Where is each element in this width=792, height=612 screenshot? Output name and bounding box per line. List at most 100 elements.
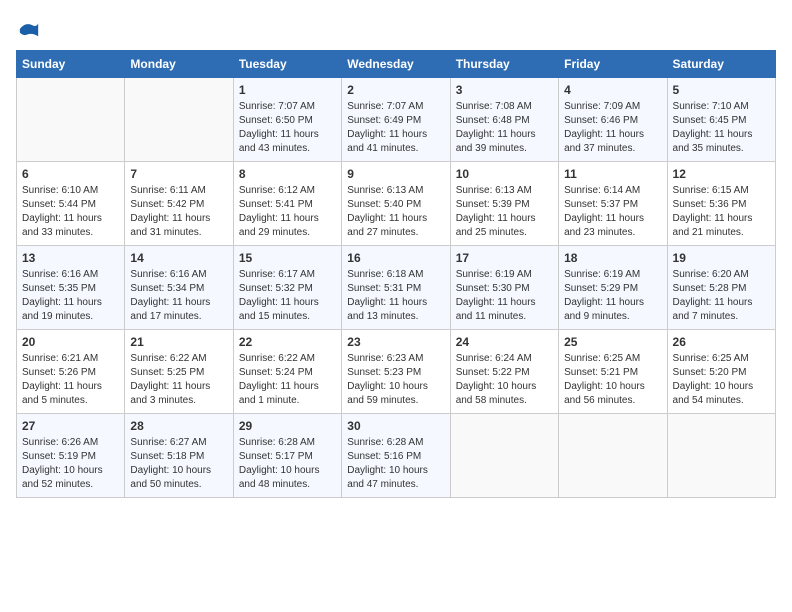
calendar-cell: 3Sunrise: 7:08 AM Sunset: 6:48 PM Daylig… (450, 78, 558, 162)
calendar-cell: 13 Sunrise: 6:16 AM Sunset: 5:35 PM Dayli… (17, 246, 125, 330)
day-number: 27 (22, 419, 119, 433)
day-number: 29 (239, 419, 336, 433)
day-number: 6 (22, 167, 119, 181)
page-header (16, 16, 776, 40)
day-number: 26 (673, 335, 770, 349)
calendar-cell: 11 Sunrise: 6:14 AM Sunset: 5:37 PM Dayli… (559, 162, 667, 246)
calendar-week-row: 20 Sunrise: 6:21 AM Sunset: 5:26 PM Dayli… (17, 330, 776, 414)
day-number: 17 (456, 251, 553, 265)
day-info: Sunrise: 6:23 AM Sunset: 5:23 PM Dayligh… (347, 352, 444, 408)
day-info: Sunrise: 6:28 AM Sunset: 5:16 PM Dayligh… (347, 436, 444, 492)
calendar-cell: 4 Sunrise: 7:09 AM Sunset: 6:46 PM Daylig… (559, 78, 667, 162)
day-number: 9 (347, 167, 444, 181)
calendar-header-saturday: Saturday (667, 51, 775, 78)
calendar-cell: 15Sunrise: 6:17 AM Sunset: 5:32 PM Dayli… (233, 246, 341, 330)
calendar-cell: 10Sunrise: 6:13 AM Sunset: 5:39 PM Dayli… (450, 162, 558, 246)
day-number: 22 (239, 335, 336, 349)
day-info: Sunrise: 6:18 AM Sunset: 5:31 PM Dayligh… (347, 268, 444, 324)
day-number: 4 (564, 83, 661, 97)
day-info: Sunrise: 7:10 AM Sunset: 6:45 PM Dayligh… (673, 100, 770, 156)
day-info: Sunrise: 6:15 AM Sunset: 5:36 PM Dayligh… (673, 184, 770, 240)
day-number: 21 (130, 335, 227, 349)
calendar-week-row: 6 Sunrise: 6:10 AM Sunset: 5:44 PM Daylig… (17, 162, 776, 246)
day-number: 10 (456, 167, 553, 181)
calendar-cell: 9 Sunrise: 6:13 AM Sunset: 5:40 PM Daylig… (342, 162, 450, 246)
day-number: 2 (347, 83, 444, 97)
day-info: Sunrise: 6:25 AM Sunset: 5:20 PM Dayligh… (673, 352, 770, 408)
day-number: 16 (347, 251, 444, 265)
day-number: 23 (347, 335, 444, 349)
calendar-cell: 16 Sunrise: 6:18 AM Sunset: 5:31 PM Dayli… (342, 246, 450, 330)
calendar-cell: 24 Sunrise: 6:24 AM Sunset: 5:22 PM Dayli… (450, 330, 558, 414)
day-number: 8 (239, 167, 336, 181)
calendar-cell (125, 78, 233, 162)
calendar-header-tuesday: Tuesday (233, 51, 341, 78)
calendar-cell (450, 414, 558, 498)
calendar-header-monday: Monday (125, 51, 233, 78)
calendar-week-row: 1 Sunrise: 7:07 AM Sunset: 6:50 PM Daylig… (17, 78, 776, 162)
day-info: Sunrise: 6:22 AM Sunset: 5:24 PM Dayligh… (239, 352, 336, 408)
day-info: Sunrise: 6:19 AM Sunset: 5:30 PM Dayligh… (456, 268, 553, 324)
day-info: Sunrise: 6:12 AM Sunset: 5:41 PM Dayligh… (239, 184, 336, 240)
day-number: 28 (130, 419, 227, 433)
calendar-cell (17, 78, 125, 162)
day-number: 14 (130, 251, 227, 265)
calendar-table: SundayMondayTuesdayWednesdayThursdayFrid… (16, 50, 776, 498)
calendar-cell (559, 414, 667, 498)
day-info: Sunrise: 6:16 AM Sunset: 5:35 PM Dayligh… (22, 268, 119, 324)
calendar-cell: 25 Sunrise: 6:25 AM Sunset: 5:21 PM Dayli… (559, 330, 667, 414)
calendar-cell: 20 Sunrise: 6:21 AM Sunset: 5:26 PM Dayli… (17, 330, 125, 414)
day-number: 30 (347, 419, 444, 433)
day-number: 12 (673, 167, 770, 181)
calendar-cell: 21 Sunrise: 6:22 AM Sunset: 5:25 PM Dayli… (125, 330, 233, 414)
day-number: 1 (239, 83, 336, 97)
day-number: 20 (22, 335, 119, 349)
day-number: 13 (22, 251, 119, 265)
calendar-cell: 17 Sunrise: 6:19 AM Sunset: 5:30 PM Dayli… (450, 246, 558, 330)
calendar-cell: 30 Sunrise: 6:28 AM Sunset: 5:16 PM Dayli… (342, 414, 450, 498)
day-info: Sunrise: 7:07 AM Sunset: 6:50 PM Dayligh… (239, 100, 336, 156)
calendar-header-wednesday: Wednesday (342, 51, 450, 78)
day-number: 25 (564, 335, 661, 349)
calendar-cell: 8 Sunrise: 6:12 AM Sunset: 5:41 PM Daylig… (233, 162, 341, 246)
day-info: Sunrise: 6:28 AM Sunset: 5:17 PM Dayligh… (239, 436, 336, 492)
day-info: Sunrise: 6:14 AM Sunset: 5:37 PM Dayligh… (564, 184, 661, 240)
day-info: Sunrise: 6:24 AM Sunset: 5:22 PM Dayligh… (456, 352, 553, 408)
day-info: Sunrise: 7:09 AM Sunset: 6:46 PM Dayligh… (564, 100, 661, 156)
calendar-cell: 28 Sunrise: 6:27 AM Sunset: 5:18 PM Dayli… (125, 414, 233, 498)
day-number: 24 (456, 335, 553, 349)
logo-icon (18, 18, 40, 40)
logo (16, 16, 40, 40)
day-info: Sunrise: 6:22 AM Sunset: 5:25 PM Dayligh… (130, 352, 227, 408)
day-number: 7 (130, 167, 227, 181)
day-number: 15 (239, 251, 336, 265)
calendar-header-sunday: Sunday (17, 51, 125, 78)
day-info: Sunrise: 6:10 AM Sunset: 5:44 PM Dayligh… (22, 184, 119, 240)
day-number: 19 (673, 251, 770, 265)
calendar-week-row: 27Sunrise: 6:26 AM Sunset: 5:19 PM Dayli… (17, 414, 776, 498)
day-info: Sunrise: 6:27 AM Sunset: 5:18 PM Dayligh… (130, 436, 227, 492)
calendar-cell: 12 Sunrise: 6:15 AM Sunset: 5:36 PM Dayli… (667, 162, 775, 246)
calendar-cell: 1 Sunrise: 7:07 AM Sunset: 6:50 PM Daylig… (233, 78, 341, 162)
calendar-cell: 5 Sunrise: 7:10 AM Sunset: 6:45 PM Daylig… (667, 78, 775, 162)
calendar-cell: 18Sunrise: 6:19 AM Sunset: 5:29 PM Dayli… (559, 246, 667, 330)
day-info: Sunrise: 7:07 AM Sunset: 6:49 PM Dayligh… (347, 100, 444, 156)
day-info: Sunrise: 6:19 AM Sunset: 5:29 PM Dayligh… (564, 268, 661, 324)
calendar-cell: 27Sunrise: 6:26 AM Sunset: 5:19 PM Dayli… (17, 414, 125, 498)
day-info: Sunrise: 6:25 AM Sunset: 5:21 PM Dayligh… (564, 352, 661, 408)
calendar-header-friday: Friday (559, 51, 667, 78)
calendar-cell: 2 Sunrise: 7:07 AM Sunset: 6:49 PM Daylig… (342, 78, 450, 162)
calendar-cell (667, 414, 775, 498)
calendar-cell: 29 Sunrise: 6:28 AM Sunset: 5:17 PM Dayli… (233, 414, 341, 498)
calendar-cell: 19Sunrise: 6:20 AM Sunset: 5:28 PM Dayli… (667, 246, 775, 330)
day-number: 5 (673, 83, 770, 97)
day-info: Sunrise: 6:13 AM Sunset: 5:40 PM Dayligh… (347, 184, 444, 240)
calendar-cell: 6 Sunrise: 6:10 AM Sunset: 5:44 PM Daylig… (17, 162, 125, 246)
day-info: Sunrise: 6:21 AM Sunset: 5:26 PM Dayligh… (22, 352, 119, 408)
calendar-header-thursday: Thursday (450, 51, 558, 78)
calendar-cell: 23 Sunrise: 6:23 AM Sunset: 5:23 PM Dayli… (342, 330, 450, 414)
calendar-cell: 22 Sunrise: 6:22 AM Sunset: 5:24 PM Dayli… (233, 330, 341, 414)
calendar-cell: 26 Sunrise: 6:25 AM Sunset: 5:20 PM Dayli… (667, 330, 775, 414)
day-info: Sunrise: 7:08 AM Sunset: 6:48 PM Dayligh… (456, 100, 553, 156)
day-number: 11 (564, 167, 661, 181)
